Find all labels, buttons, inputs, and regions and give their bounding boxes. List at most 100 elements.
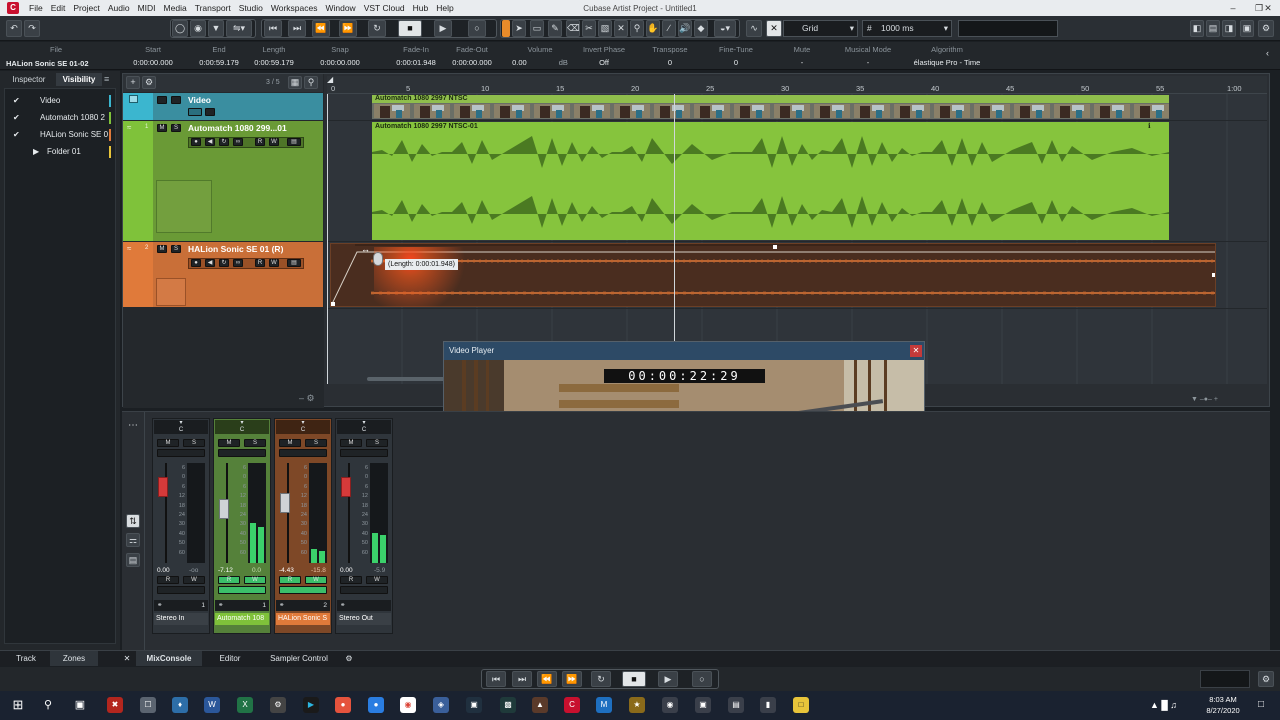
settings-icon[interactable]: ⚙ xyxy=(1258,20,1274,37)
close-icon[interactable]: ✕ xyxy=(120,651,134,666)
info-fade-in[interactable]: Fade-In 0:00:01.948 xyxy=(384,45,448,67)
windows-start-icon[interactable]: ⊞ xyxy=(10,697,26,713)
write-automation-button[interactable]: W xyxy=(269,138,279,146)
app-icon[interactable]: ▣ xyxy=(466,697,482,713)
tab-visibility[interactable]: Visibility xyxy=(56,73,102,86)
line-icon[interactable]: ∕ xyxy=(662,20,676,37)
fader-cap[interactable] xyxy=(219,499,229,519)
link-row[interactable]: ⚭ 1 xyxy=(215,600,269,611)
info-file[interactable]: File HALion Sonic SE 01-02 xyxy=(6,45,106,68)
forward-icon[interactable]: ⏩ xyxy=(562,671,582,687)
track-audio[interactable]: ≈ 1 M S Automatch 1080 299...01 ● ◀ ↻ ∞ … xyxy=(123,121,323,241)
track-name[interactable]: HALion Sonic SE 01 (R) xyxy=(188,244,283,254)
channel-name[interactable]: Automatch 108 xyxy=(215,613,269,625)
app-icon[interactable]: ● xyxy=(368,697,384,713)
app-icon[interactable]: ▤ xyxy=(728,697,744,713)
search-icon[interactable]: ⚲ xyxy=(304,76,318,89)
lanes-icon[interactable]: ∞ xyxy=(233,259,243,267)
go-to-start-icon[interactable]: ⏮ xyxy=(264,20,282,37)
fader-track[interactable] xyxy=(279,463,297,563)
write-automation-button[interactable]: W xyxy=(244,576,266,584)
track-name[interactable]: Automatch 1080 299...01 xyxy=(188,123,287,133)
racks-view-icon[interactable]: ▤ xyxy=(126,553,140,567)
event-options-icon[interactable]: ℹ xyxy=(1148,122,1151,130)
pan-control[interactable]: ▾ C xyxy=(215,420,269,434)
solo-button[interactable]: S xyxy=(305,439,327,447)
hand-icon[interactable]: ✋ xyxy=(646,20,660,37)
monitor-row[interactable] xyxy=(279,449,327,457)
mute-button[interactable]: M xyxy=(340,439,362,447)
mute-button[interactable]: M xyxy=(157,245,167,253)
menu-edit[interactable]: Edit xyxy=(47,3,70,13)
monitor-row[interactable] xyxy=(157,449,205,457)
info-start[interactable]: Start 0:00:00.000 xyxy=(121,45,185,67)
channel-name[interactable]: Stereo Out xyxy=(337,613,391,625)
track-picture-slot[interactable] xyxy=(156,278,186,306)
edit-channel-icon[interactable]: ▤ xyxy=(287,138,301,146)
record-enable-icon[interactable]: ● xyxy=(191,138,201,146)
mute-button[interactable]: M xyxy=(157,124,167,132)
read-automation-button[interactable]: R xyxy=(340,576,362,584)
app-icon[interactable]: ▣ xyxy=(695,697,711,713)
fader-cap[interactable] xyxy=(158,477,168,497)
link-row[interactable]: ⚭ xyxy=(337,600,391,611)
more-options-icon[interactable]: ⋯ xyxy=(128,420,138,431)
app-icon[interactable]: ▩ xyxy=(500,697,516,713)
fader-track[interactable] xyxy=(218,463,236,563)
snap-curve-icon[interactable]: ∿ xyxy=(746,20,762,37)
tab-track[interactable]: Track xyxy=(6,651,46,666)
menu-file[interactable]: File xyxy=(25,3,47,13)
info-algorithm[interactable]: Algorithm élastique Pro - Time xyxy=(900,45,994,67)
solo-button[interactable]: S xyxy=(171,245,181,253)
solo-button[interactable]: S xyxy=(183,439,205,447)
app-icon[interactable]: ◈ xyxy=(433,697,449,713)
info-length[interactable]: Length 0:00:59.179 xyxy=(242,45,306,67)
info-snap[interactable]: Snap 0:00:00.000 xyxy=(308,45,372,67)
zoom-controls-icon[interactable]: ▼ –●– + xyxy=(1191,396,1218,403)
layout-right-icon[interactable]: ◨ xyxy=(1222,20,1236,37)
cubase-taskbar-icon[interactable]: C xyxy=(564,697,580,713)
add-track-icon[interactable]: + xyxy=(126,76,140,89)
instrument-event[interactable] xyxy=(330,243,1216,307)
chord-icon[interactable]: ⇋▾ xyxy=(226,20,252,37)
rewind-icon[interactable]: ⏪ xyxy=(312,20,330,37)
left-locator[interactable] xyxy=(327,94,328,384)
peak-value[interactable]: -15.8 xyxy=(311,567,326,574)
info-musical-mode[interactable]: Musical Mode - xyxy=(840,45,896,67)
read-automation-button[interactable]: R xyxy=(279,576,301,584)
write-automation-button[interactable]: W xyxy=(366,576,388,584)
channel-name[interactable]: HALion Sonic S xyxy=(276,613,330,625)
stop-button[interactable]: ■ xyxy=(398,20,422,37)
monitor-row[interactable] xyxy=(218,586,266,594)
mute-button[interactable]: M xyxy=(218,439,240,447)
tab-inspector[interactable]: Inspector xyxy=(2,73,56,86)
mute-icon[interactable]: ✕ xyxy=(614,20,628,37)
tab-editor[interactable]: Editor xyxy=(206,651,254,666)
transport-settings-icon[interactable]: ⚙ xyxy=(1258,671,1274,687)
read-automation-button[interactable]: R xyxy=(218,576,240,584)
tool-color-icon[interactable] xyxy=(502,20,510,37)
track-list-zoom-icon[interactable]: – ⚙ xyxy=(299,393,315,404)
checkmark-icon[interactable]: ✔ xyxy=(13,127,20,143)
edit-channel-icon[interactable]: ▤ xyxy=(287,259,301,267)
snap-type-select[interactable]: Grid ▾ xyxy=(783,20,858,37)
app-icon[interactable]: ★ xyxy=(629,697,645,713)
track-presets-icon[interactable]: ⚙ xyxy=(142,76,156,89)
visibility-item-halion[interactable]: ✔ HALion Sonic SE 0 xyxy=(5,127,119,143)
split-icon[interactable]: ✂ xyxy=(582,20,596,37)
fader-value[interactable]: 0.00 xyxy=(340,567,353,574)
app-icon[interactable]: ♦ xyxy=(172,697,188,713)
task-view-icon[interactable]: ▣ xyxy=(72,697,88,713)
minimize-button[interactable]: – xyxy=(1220,0,1246,16)
monitor-row[interactable] xyxy=(340,449,388,457)
app-icon[interactable]: ▶ xyxy=(303,697,319,713)
solo-button[interactable]: S xyxy=(171,124,181,132)
go-to-end-icon[interactable]: ⏭ xyxy=(288,20,306,37)
stop-button[interactable]: ■ xyxy=(622,671,646,687)
notifications-icon[interactable]: □ xyxy=(1258,699,1264,710)
fader-view-icon[interactable]: ⇅ xyxy=(126,514,140,528)
menu-workspaces[interactable]: Workspaces xyxy=(267,3,322,13)
solo-button[interactable]: S xyxy=(366,439,388,447)
app-icon[interactable]: ⚙ xyxy=(270,697,286,713)
peak-value[interactable]: -oo xyxy=(189,567,198,574)
